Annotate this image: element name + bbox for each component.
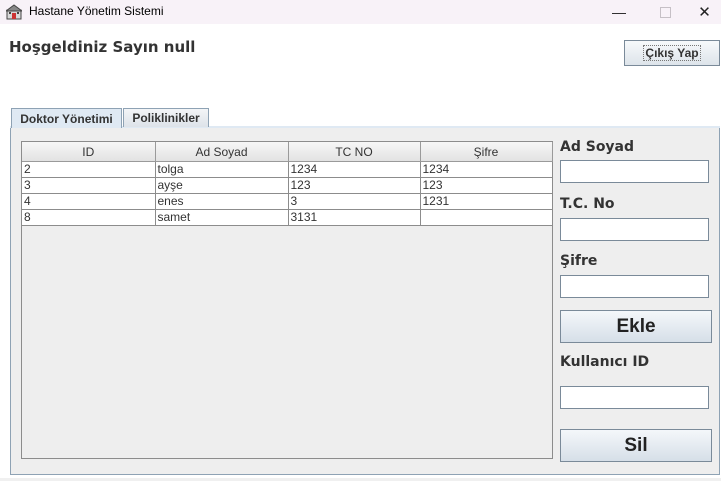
- title-bar: Hastane Yönetim Sistemi — ✕: [0, 0, 721, 24]
- add-button[interactable]: Ekle: [560, 310, 712, 343]
- table-row[interactable]: 8 samet 3131: [22, 209, 553, 226]
- logout-button[interactable]: Çıkış Yap: [624, 40, 720, 66]
- welcome-text: Hoşgeldiniz Sayın null: [9, 38, 196, 56]
- table-cell[interactable]: 1234: [420, 161, 553, 178]
- password-label: Şifre: [560, 253, 598, 269]
- table-row[interactable]: 3 ayşe 123 123: [22, 177, 553, 194]
- table-cell[interactable]: 1231: [420, 193, 553, 210]
- table-cell[interactable]: 123: [420, 177, 553, 194]
- name-label: Ad Soyad: [560, 139, 635, 155]
- logout-button-label: Çıkış Yap: [643, 45, 701, 61]
- tab-doctor-management[interactable]: Doktor Yönetimi: [11, 108, 122, 128]
- column-header-name[interactable]: Ad Soyad: [155, 142, 289, 162]
- delete-button[interactable]: Sil: [560, 429, 712, 462]
- table-cell[interactable]: 123: [288, 177, 421, 194]
- maximize-icon[interactable]: [642, 0, 688, 24]
- table-header-row: ID Ad Soyad TC NO Şifre: [22, 142, 553, 162]
- table-cell[interactable]: 4: [22, 193, 156, 210]
- minimize-icon[interactable]: —: [596, 0, 642, 24]
- password-field[interactable]: [560, 275, 709, 298]
- table-cell[interactable]: 1234: [288, 161, 421, 178]
- tab-polyclinics[interactable]: Poliklinikler: [123, 108, 209, 127]
- doctor-table[interactable]: ID Ad Soyad TC NO Şifre 2 tolga 1234 123…: [21, 141, 553, 459]
- window-title: Hastane Yönetim Sistemi: [29, 4, 164, 18]
- user-id-label: Kullanıcı ID: [560, 354, 650, 370]
- table-cell[interactable]: 3: [288, 193, 421, 210]
- table-cell[interactable]: enes: [155, 193, 289, 210]
- column-header-password[interactable]: Şifre: [420, 142, 553, 162]
- table-row[interactable]: 4 enes 3 1231: [22, 193, 553, 210]
- table-cell[interactable]: 3: [22, 177, 156, 194]
- column-header-id[interactable]: ID: [22, 142, 156, 162]
- table-cell[interactable]: [420, 209, 553, 226]
- hospital-app-icon: [6, 4, 22, 20]
- column-header-tc[interactable]: TC NO: [288, 142, 421, 162]
- table-cell[interactable]: 8: [22, 209, 156, 226]
- table-row[interactable]: 2 tolga 1234 1234: [22, 161, 553, 178]
- tc-label: T.C. No: [560, 196, 615, 212]
- name-field[interactable]: [560, 160, 709, 183]
- user-id-field[interactable]: [560, 386, 709, 409]
- table-cell[interactable]: ayşe: [155, 177, 289, 194]
- table-cell[interactable]: 3131: [288, 209, 421, 226]
- table-cell[interactable]: tolga: [155, 161, 289, 178]
- table-cell[interactable]: 2: [22, 161, 156, 178]
- close-icon[interactable]: ✕: [688, 0, 721, 24]
- tc-field[interactable]: [560, 218, 709, 241]
- table-cell[interactable]: samet: [155, 209, 289, 226]
